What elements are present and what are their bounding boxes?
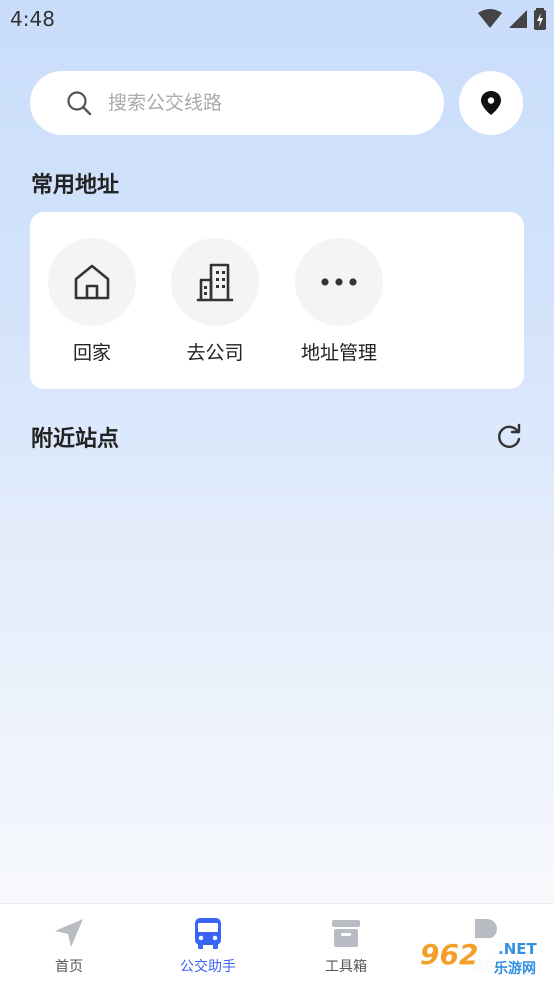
tab-label: 公交助手 — [180, 959, 236, 975]
address-label: 地址管理 — [300, 342, 377, 364]
address-icon-circle — [295, 238, 383, 326]
nearby-stations-title: 附近站点 — [31, 427, 120, 452]
tab-icon — [329, 916, 363, 950]
bus-icon — [195, 918, 221, 949]
address-item-manage[interactable]: 地址管理 — [277, 238, 401, 365]
navigation-arrow-icon — [55, 919, 83, 947]
archive-box-icon — [332, 920, 360, 947]
signal-icon — [509, 10, 527, 28]
more-icon — [321, 278, 357, 286]
site-watermark-logo: 962 .NET 乐游网 — [414, 938, 550, 978]
refresh-icon[interactable] — [495, 422, 523, 450]
status-bar: 4:48 — [0, 0, 554, 38]
watermark-subtitle: 乐游网 — [494, 961, 536, 977]
common-address-card: 回家 去公司 地址管理 — [30, 212, 524, 389]
common-address-title: 常用地址 — [31, 173, 120, 198]
tab-icon — [191, 916, 225, 950]
home-icon — [74, 264, 110, 300]
search-bar[interactable] — [30, 71, 444, 135]
location-pin-icon — [481, 91, 501, 115]
wifi-icon — [478, 9, 502, 28]
tab-bus-assistant[interactable]: 公交助手 — [139, 904, 277, 985]
status-icons — [478, 8, 546, 30]
watermark-number: 962 — [420, 938, 479, 971]
search-input[interactable] — [106, 91, 410, 115]
location-button[interactable] — [459, 71, 523, 135]
address-label: 回家 — [72, 342, 111, 364]
status-time: 4:48 — [10, 7, 55, 31]
search-icon — [67, 91, 92, 116]
tab-toolbox[interactable]: 工具箱 — [277, 904, 415, 985]
address-icon-circle — [48, 238, 136, 326]
tab-icon — [52, 916, 86, 950]
battery-icon — [534, 8, 546, 30]
tab-label: 首页 — [55, 959, 83, 975]
building-icon — [196, 263, 234, 302]
watermark-net: .NET — [498, 940, 537, 958]
address-label: 去公司 — [186, 342, 244, 364]
address-icon-circle — [171, 238, 259, 326]
address-item-home[interactable]: 回家 — [30, 238, 154, 365]
address-item-company[interactable]: 去公司 — [153, 238, 277, 365]
tab-label: 工具箱 — [325, 959, 367, 975]
tab-home[interactable]: 首页 — [0, 904, 138, 985]
